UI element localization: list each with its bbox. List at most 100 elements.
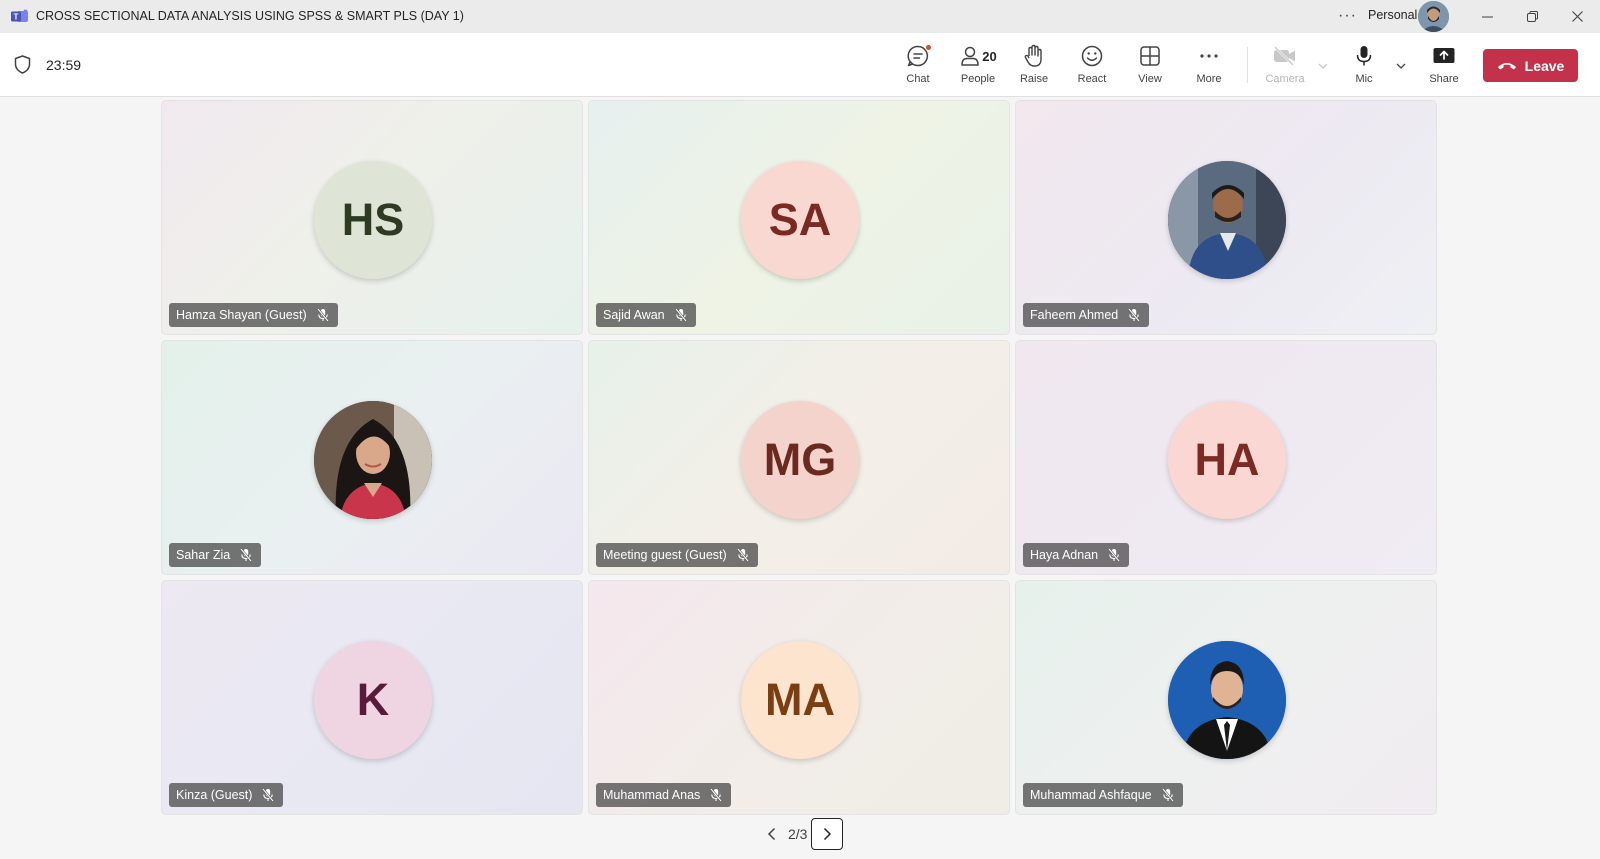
restore-button[interactable] [1509,0,1555,33]
participant-tile[interactable]: Muhammad Ashfaque [1015,580,1437,815]
minimize-icon [1481,16,1493,18]
participant-avatar: HS [314,161,432,279]
participant-avatar: SA [741,161,859,279]
title-bar: T CROSS SECTIONAL DATA ANALYSIS USING SP… [0,0,1600,33]
restore-icon [1526,11,1538,22]
pagination: 2/3 [0,817,1600,851]
camera-options-chevron-icon[interactable] [1316,59,1330,73]
share-button[interactable]: Share [1416,41,1472,91]
participant-initials: SA [768,194,832,245]
mic-label: Mic [1355,73,1373,85]
raise-label: Raise [1019,73,1049,85]
leave-button[interactable]: Leave [1483,49,1578,82]
participant-name-tag: Sajid Awan [596,303,696,327]
participant-initials: MG [763,434,837,485]
mic-options-chevron-icon[interactable] [1394,59,1408,73]
chevron-left-icon [767,827,776,841]
participant-photo-icon [1168,161,1286,279]
participant-name-tag: Hamza Shayan (Guest) [169,303,338,327]
react-button[interactable]: React [1064,41,1120,91]
participant-tile[interactable]: SA Sajid Awan [588,100,1010,335]
account-label[interactable]: Personal [1368,0,1417,31]
participant-avatar: MG [741,401,859,519]
people-icon [961,46,980,66]
participant-name: Kinza (Guest) [176,788,253,802]
hang-up-icon [1497,62,1516,69]
participant-name-tag: Faheem Ahmed [1023,303,1150,327]
meeting-timer: 23:59 [46,57,82,73]
participant-photo-icon [1168,641,1286,759]
camera-label: Camera [1265,73,1305,85]
participant-name: Hamza Shayan (Guest) [176,308,307,322]
participant-initials: HS [341,194,405,245]
participant-avatar: MA [741,641,859,759]
grid-view-icon [1140,46,1160,66]
participant-avatar: HA [1168,401,1286,519]
participant-initials: MA [765,674,835,725]
camera-off-icon [1274,46,1295,66]
mic-off-icon [1161,788,1174,802]
people-count: 20 [982,48,997,64]
participant-avatar [314,401,432,519]
svg-text:T: T [14,13,19,22]
raise-hand-button[interactable]: Raise [1006,41,1062,91]
participant-tile[interactable]: Faheem Ahmed [1015,100,1437,335]
minimize-button[interactable] [1464,0,1510,33]
participant-avatar [1168,641,1286,759]
view-button[interactable]: View [1122,41,1178,91]
participant-initials: K [356,674,390,725]
mic-icon [1356,46,1372,66]
mic-off-icon [674,308,687,322]
next-page-button[interactable] [811,818,843,850]
participant-name: Meeting guest (Guest) [603,548,727,562]
mic-off-icon [710,788,723,802]
chat-notification-badge [925,44,932,51]
participant-tile[interactable]: MA Muhammad Anas [588,580,1010,815]
participant-tile[interactable]: K Kinza (Guest) [161,580,583,815]
account-avatar[interactable] [1418,1,1449,32]
view-label: View [1138,73,1162,85]
meeting-toolbar: 23:59 Chat 20 People Raise React View Mo… [0,33,1600,97]
participant-tile[interactable]: Sahar Zia [161,340,583,575]
page-indicator: 2/3 [788,826,808,842]
participant-tile[interactable]: HA Haya Adnan [1015,340,1437,575]
account-photo-icon [1418,1,1449,32]
shield-icon[interactable] [14,55,31,74]
leave-label: Leave [1524,57,1565,74]
participant-tile[interactable]: MG Meeting guest (Guest) [588,340,1010,575]
emoji-icon [1081,45,1103,67]
camera-button[interactable]: Camera [1257,41,1313,91]
participant-name-tag: Meeting guest (Guest) [596,543,758,567]
teams-logo-icon: T [11,9,28,22]
window-title: CROSS SECTIONAL DATA ANALYSIS USING SPSS… [36,9,464,23]
participant-name: Sahar Zia [176,548,231,562]
participant-initials: HA [1194,434,1260,485]
previous-page-button[interactable] [763,825,781,843]
participant-photo-icon [314,401,432,519]
participant-avatar: K [314,641,432,759]
share-screen-icon [1433,48,1455,63]
close-button[interactable] [1554,0,1600,33]
participant-name-tag: Muhammad Ashfaque [1023,783,1183,807]
participant-avatar [1168,161,1286,279]
close-icon [1571,11,1583,22]
mic-off-icon [262,788,275,802]
mic-off-icon [736,548,749,562]
chat-button[interactable]: Chat [890,41,946,91]
mic-button[interactable]: Mic [1336,41,1392,91]
participant-name: Muhammad Ashfaque [1030,788,1152,802]
participant-tile[interactable]: HS Hamza Shayan (Guest) [161,100,583,335]
more-button[interactable]: More [1181,41,1237,91]
participant-name-tag: Haya Adnan [1023,543,1130,567]
more-options-icon[interactable]: ··· [1338,0,1357,31]
chat-label: Chat [906,73,930,85]
participant-name: Sajid Awan [603,308,665,322]
people-label: People [960,73,996,85]
participant-name: Muhammad Anas [603,788,701,802]
video-stage: HS Hamza Shayan (Guest) SA Sajid Awan Faheem… [0,97,1600,859]
chevron-right-icon [823,827,832,841]
people-button[interactable]: 20 People [948,41,1008,91]
mic-off-icon [1108,548,1120,562]
toolbar-divider [1247,47,1248,83]
participant-name: Haya Adnan [1030,548,1099,562]
